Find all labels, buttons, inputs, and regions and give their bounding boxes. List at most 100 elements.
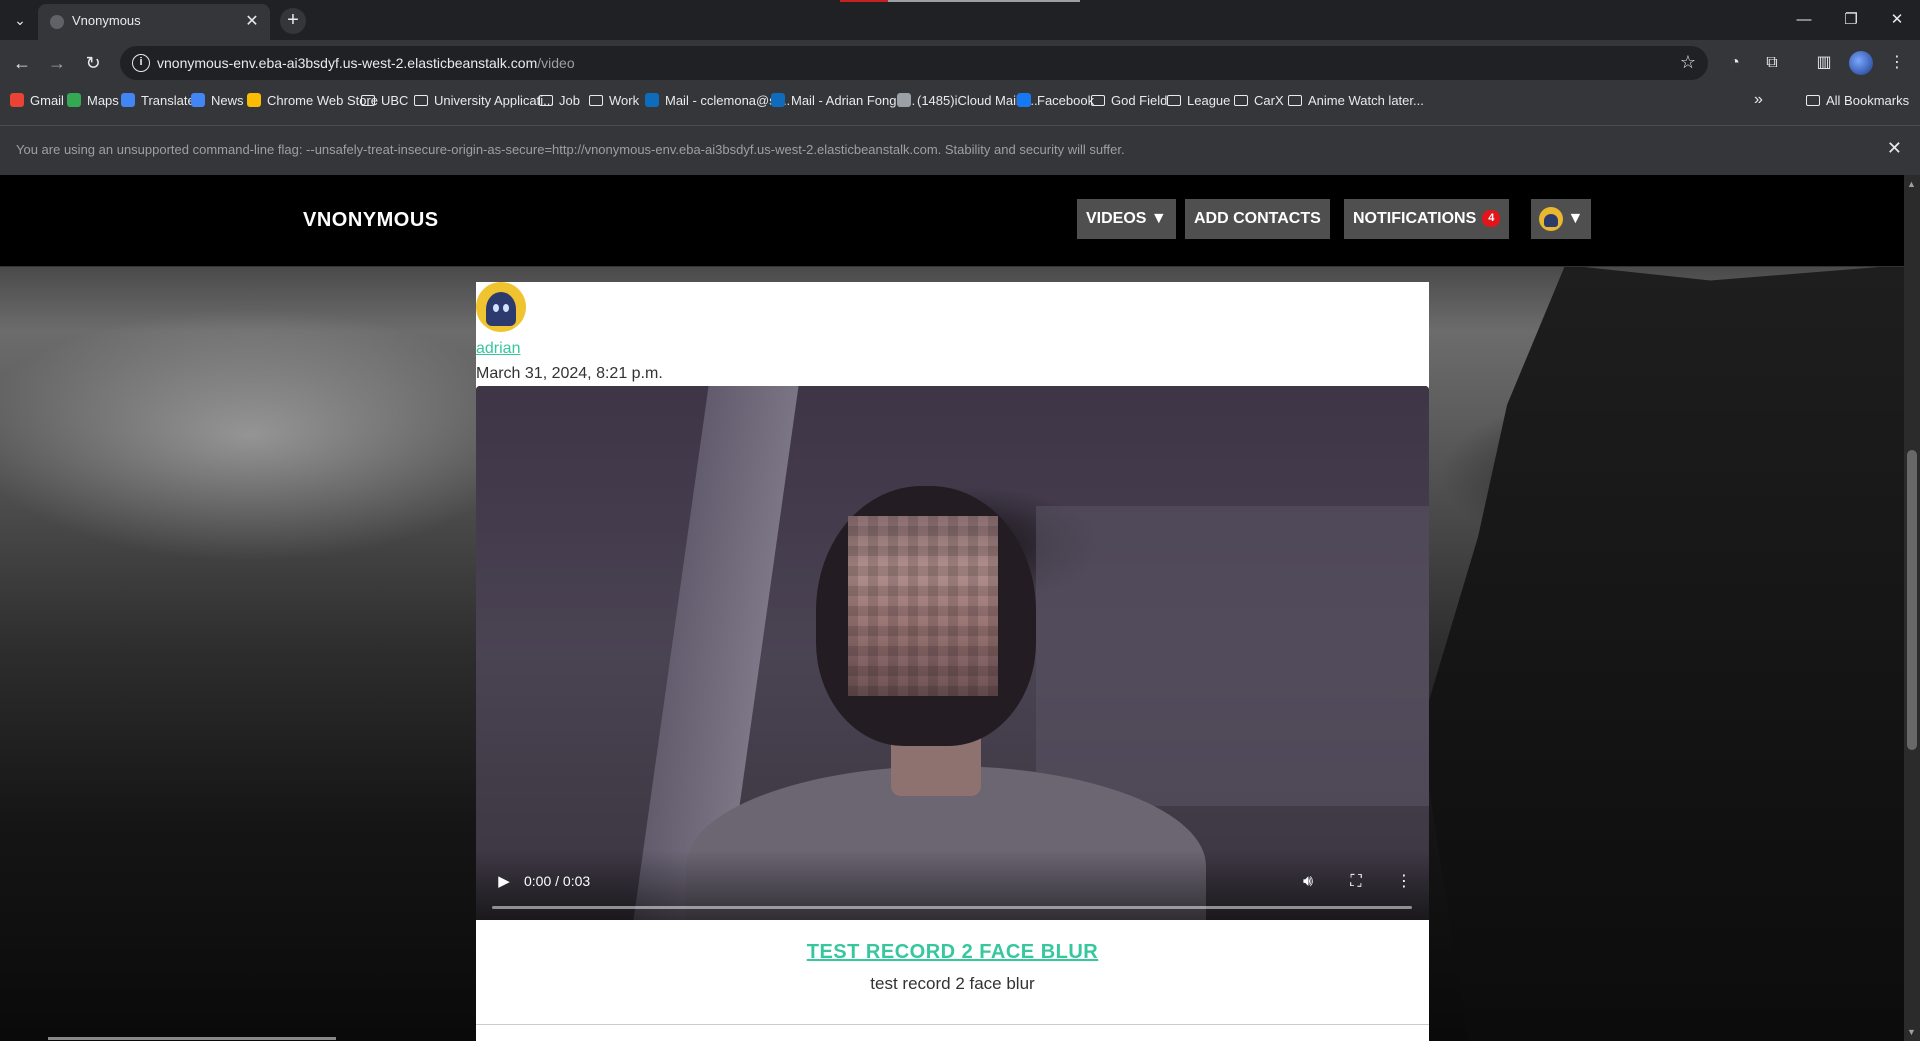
- folder-icon: [1091, 94, 1105, 106]
- more-options-icon[interactable]: ⋮: [1392, 870, 1416, 894]
- author-avatar[interactable]: [476, 282, 526, 332]
- site-brand[interactable]: VNONYMOUS: [303, 209, 439, 232]
- bookmark-mail-cclemona-st[interactable]: Mail - cclemona@st...: [645, 88, 790, 112]
- address-bar[interactable]: i vnonymous-env.eba-ai3bsdyf.us-west-2.e…: [120, 46, 1708, 80]
- all-bookmarks[interactable]: All Bookmarks: [1806, 88, 1909, 112]
- video-progress-bar[interactable]: [492, 906, 1412, 909]
- bookmark-label: Facebook: [1037, 92, 1095, 108]
- add-contacts-button[interactable]: ADD CONTACTS: [1185, 199, 1330, 239]
- bookmark-label: UBC: [381, 92, 409, 108]
- bookmark-label: Translate: [141, 92, 195, 108]
- globe-icon: [50, 15, 64, 29]
- folder-icon: [361, 94, 375, 106]
- close-window-icon[interactable]: ✕: [1882, 8, 1912, 32]
- bookmark-label: Job: [559, 92, 580, 108]
- bookmark-star-icon[interactable]: ☆: [1680, 52, 1696, 73]
- tab-search-icon[interactable]: ⌄: [10, 10, 30, 30]
- scroll-thumb[interactable]: [1907, 450, 1917, 750]
- bookmark-maps[interactable]: Maps: [67, 88, 119, 112]
- bookmark-god-field[interactable]: God Field: [1091, 88, 1167, 112]
- video-player[interactable]: ▶ 0:00 / 0:03 🔊︎ ⛶ ⋮: [476, 386, 1429, 920]
- blurred-face: [848, 516, 998, 696]
- video-time: 0:00 / 0:03: [524, 873, 591, 889]
- close-tab-icon[interactable]: ✕: [242, 12, 262, 32]
- video-frame: [476, 386, 1429, 920]
- folder-icon: [1234, 94, 1248, 106]
- volume-icon[interactable]: 🔊︎: [1296, 870, 1320, 894]
- menu-kebab-icon[interactable]: ⋮: [1884, 50, 1910, 76]
- bookmarks-bar: Gmail Maps Translate News Chrome Web Store UB…: [0, 88, 1920, 112]
- site-info-icon[interactable]: i: [132, 54, 150, 72]
- site-favicon-icon: [121, 93, 135, 107]
- infobar: You are using an unsupported command-lin…: [0, 125, 1920, 175]
- video-description: test record 2 face blur: [870, 974, 1035, 993]
- tab-strip: ⌄ Vnonymous ✕ + — ❐ ✕: [0, 0, 1920, 40]
- url-host: vnonymous-env.eba-ai3bsdyf.us-west-2.ela…: [157, 55, 538, 71]
- infobar-close-icon[interactable]: ✕: [1887, 138, 1902, 159]
- bookmark-label: Maps: [87, 92, 119, 108]
- caret-down-icon: ▼: [1567, 210, 1584, 227]
- avatar-eye: [503, 304, 509, 312]
- page-scrollbar[interactable]: ▲ ▼: [1904, 175, 1920, 1041]
- bookmark-league[interactable]: League: [1167, 88, 1230, 112]
- bookmark-label: University Applicati...: [434, 92, 554, 108]
- profile-avatar[interactable]: [1849, 51, 1873, 75]
- forward-arrow-icon[interactable]: →: [44, 50, 70, 76]
- scroll-down-icon[interactable]: ▼: [1907, 1027, 1916, 1037]
- notifications-button[interactable]: NOTIFICATIONS 4: [1344, 199, 1510, 239]
- folder-icon: [1806, 94, 1820, 106]
- video-post-card: adrian March 31, 2024, 8:21 p.m. ▶ 0:00 …: [476, 282, 1429, 1041]
- infobar-text: You are using an unsupported command-lin…: [16, 142, 1125, 157]
- restore-icon[interactable]: ❐: [1836, 8, 1866, 32]
- bookmark-label: God Field: [1111, 92, 1168, 108]
- bookmark-work[interactable]: Work: [589, 88, 639, 112]
- user-avatar: [1539, 206, 1563, 231]
- bookmark-gmail[interactable]: Gmail: [10, 88, 64, 112]
- bookmark-anime-watch-later[interactable]: Anime Watch later...: [1288, 88, 1424, 112]
- horizontal-scroll-indicator: [48, 1037, 336, 1040]
- bookmark-chrome-web-store[interactable]: Chrome Web Store: [247, 88, 378, 112]
- videos-dropdown-button[interactable]: VIDEOS ▼: [1077, 199, 1176, 239]
- avatar-face: [486, 292, 516, 326]
- glasses-extension-icon[interactable]: ◔: [1722, 50, 1748, 76]
- url-text[interactable]: vnonymous-env.eba-ai3bsdyf.us-west-2.ela…: [157, 55, 575, 71]
- post-date: March 31, 2024, 8:21 p.m.: [476, 365, 663, 382]
- reload-icon[interactable]: ↻: [80, 50, 106, 76]
- video-title-link[interactable]: TEST RECORD 2 FACE BLUR: [476, 941, 1429, 964]
- all-bookmarks-label: All Bookmarks: [1826, 92, 1910, 108]
- fullscreen-icon[interactable]: ⛶: [1344, 870, 1368, 894]
- notifications-label: NOTIFICATIONS: [1353, 210, 1477, 227]
- new-tab-button[interactable]: +: [280, 8, 306, 34]
- bookmark-translate[interactable]: Translate: [121, 88, 195, 112]
- bookmark-label: News: [211, 92, 244, 108]
- site-favicon-icon: [771, 93, 785, 107]
- side-panel-icon[interactable]: ▥: [1811, 50, 1837, 76]
- tab-indicator: [888, 0, 1080, 2]
- page-background: VNONYMOUS VIDEOS ▼ ADD CONTACTS NOTIFICA…: [0, 175, 1904, 1041]
- card-divider: [476, 1024, 1429, 1025]
- profile-dropdown-button[interactable]: ▼: [1531, 199, 1592, 239]
- extensions-puzzle-icon[interactable]: ⧉: [1759, 50, 1785, 76]
- bookmark-label: CarX: [1254, 92, 1284, 108]
- bookmark-label: Gmail: [30, 92, 64, 108]
- site-favicon-icon: [10, 93, 24, 107]
- minimize-icon[interactable]: —: [1789, 8, 1819, 32]
- play-icon[interactable]: ▶: [492, 870, 516, 894]
- bookmark-job[interactable]: Job: [539, 88, 580, 112]
- back-arrow-icon[interactable]: ←: [9, 50, 35, 76]
- folder-icon: [1288, 94, 1302, 106]
- bookmark-label: Anime Watch later...: [1308, 92, 1424, 108]
- scroll-up-icon[interactable]: ▲: [1907, 179, 1916, 189]
- bookmark-carx[interactable]: CarX: [1234, 88, 1284, 112]
- bookmarks-overflow-icon[interactable]: »: [1754, 88, 1763, 112]
- bookmark-news[interactable]: News: [191, 88, 244, 112]
- bookmark-facebook[interactable]: Facebook: [1017, 88, 1094, 112]
- author-link[interactable]: adrian: [476, 340, 520, 358]
- bookmark-university-applicati[interactable]: University Applicati...: [414, 88, 554, 112]
- browser-chrome: ⌄ Vnonymous ✕ + — ❐ ✕ ← → ↻ i vnonymous-…: [0, 0, 1920, 175]
- video-frame-wall: [1036, 506, 1429, 806]
- site-favicon-icon: [897, 93, 911, 107]
- tab-vnonymous[interactable]: Vnonymous ✕: [38, 4, 270, 40]
- bookmark-ubc[interactable]: UBC: [361, 88, 408, 112]
- bookmark-mail-adrian-fong[interactable]: Mail - Adrian Fong -...: [771, 88, 915, 112]
